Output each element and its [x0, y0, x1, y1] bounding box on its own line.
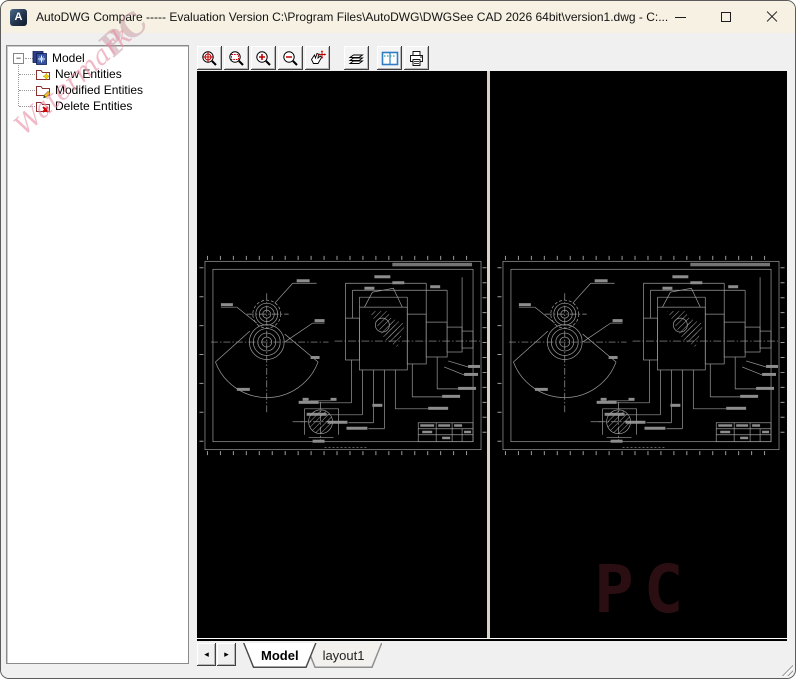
tree-item-model[interactable]: − Model [7, 50, 85, 66]
layers-icon [348, 54, 364, 64]
minimize-icon [674, 16, 686, 18]
layout-tabs: Model layout1 [243, 643, 382, 668]
cad-drawing-right [497, 255, 785, 456]
app-icon: A [10, 8, 27, 26]
tab-scroll-left-button[interactable]: ◂ [197, 643, 216, 666]
folder-modified-icon [36, 86, 51, 98]
window-title: AutoDWG Compare ----- Evaluation Version… [36, 10, 669, 24]
tree-item-label: Delete Entities [55, 99, 133, 113]
tree-item-label: Modified Entities [55, 83, 144, 97]
pan-button[interactable] [305, 46, 330, 70]
tab-label: layout1 [322, 648, 365, 663]
cad-drawing-left [199, 255, 487, 456]
layers-button[interactable] [344, 46, 369, 70]
tab-label: Model [261, 648, 299, 663]
zoom-out-button[interactable] [278, 46, 303, 70]
tab-layout1[interactable]: layout1 [305, 643, 383, 668]
tree-item-modified-entities[interactable]: Modified Entities [7, 82, 143, 98]
print-icon [410, 50, 423, 66]
compare-view-icon [381, 51, 398, 65]
tab-scroll-right-button[interactable]: ▸ [217, 643, 236, 666]
zoom-extents-icon [202, 50, 217, 66]
tab-model[interactable]: Model [243, 643, 317, 668]
zoom-window-icon [229, 50, 244, 66]
compare-viewports: PC [197, 71, 787, 638]
tree-expander-icon[interactable]: − [13, 52, 24, 64]
window-controls [657, 1, 795, 33]
print-button[interactable] [404, 46, 429, 70]
resize-grip[interactable] [780, 663, 793, 676]
app-icon-letter: A [14, 11, 23, 23]
comparison-tree-panel: − Model New Entities Modified Entities D… [6, 45, 189, 664]
status-strip [1, 663, 795, 678]
layout-tab-bar: ◂ ▸ Model layout1 [197, 643, 382, 669]
viewport-version2[interactable]: PC [490, 71, 787, 638]
close-button[interactable] [749, 1, 795, 33]
viewport-version1[interactable] [197, 71, 487, 638]
tree-item-delete-entities[interactable]: Delete Entities [7, 98, 132, 114]
folder-new-icon [36, 70, 51, 81]
model-icon [32, 51, 47, 65]
arrow-right-icon: ▸ [224, 649, 229, 659]
entity-tree: − Model New Entities Modified Entities D… [7, 46, 188, 113]
maximize-icon [721, 12, 731, 22]
minimize-button[interactable] [657, 1, 703, 33]
tree-item-label: Model [52, 51, 85, 65]
titlebar[interactable]: A AutoDWG Compare ----- Evaluation Versi… [1, 1, 795, 33]
app-window: A AutoDWG Compare ----- Evaluation Versi… [0, 0, 796, 679]
zoom-in-button[interactable] [251, 46, 276, 70]
zoom-out-icon [283, 50, 298, 66]
arrow-left-icon: ◂ [204, 649, 209, 659]
toolbar [197, 45, 431, 71]
maximize-button[interactable] [703, 1, 749, 33]
folder-delete-icon [36, 102, 50, 113]
pan-icon [310, 49, 326, 64]
compare-view-button[interactable] [377, 46, 402, 70]
zoom-in-icon [256, 50, 271, 66]
zoom-window-button[interactable] [224, 46, 249, 70]
tree-item-new-entities[interactable]: New Entities [7, 66, 122, 82]
tree-item-label: New Entities [55, 67, 122, 81]
viewport-bottom-divider [197, 638, 787, 642]
zoom-extents-button[interactable] [197, 46, 222, 70]
close-icon [766, 11, 778, 23]
